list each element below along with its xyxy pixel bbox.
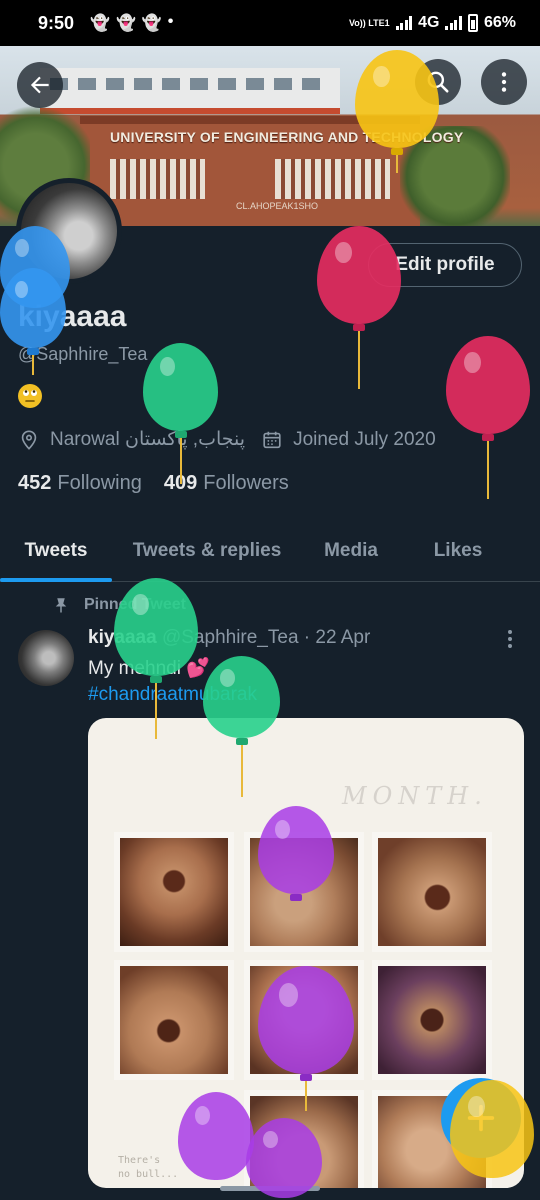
status-time: 9:50 xyxy=(38,12,75,33)
tab-likes[interactable]: Likes xyxy=(418,520,498,582)
network-type: 4G xyxy=(418,14,440,31)
tweet-more-button[interactable] xyxy=(500,628,520,650)
following-link[interactable]: 452 Following xyxy=(18,472,142,495)
balloon-decoration xyxy=(258,966,354,1111)
more-dot xyxy=(508,637,512,641)
back-button[interactable] xyxy=(17,62,63,108)
dot-icon: • xyxy=(167,13,174,30)
snapchat-icon: 👻 xyxy=(141,15,162,32)
signal-icon xyxy=(395,16,413,30)
bio-emoji xyxy=(18,384,42,408)
balloon-decoration xyxy=(246,1118,322,1198)
volte-indicator: Vo)) LTE1 xyxy=(348,17,390,28)
notification-icons: 👻 👻 👻 • xyxy=(90,13,173,33)
tweet-avatar[interactable] xyxy=(18,630,74,686)
battery-icon xyxy=(467,14,478,32)
balloon-decoration xyxy=(203,656,280,797)
signal-icon-2 xyxy=(445,16,462,30)
balloon-decoration xyxy=(178,1092,254,1180)
balloon-decoration xyxy=(446,336,530,499)
joined-date: Joined July 2020 xyxy=(261,429,436,451)
balloon-decoration xyxy=(450,1080,534,1178)
media-title-text: MONTH. xyxy=(342,782,488,810)
mehndi-photo xyxy=(372,832,492,952)
joined-text: Joined July 2020 xyxy=(293,428,436,450)
pin-icon xyxy=(55,598,67,613)
banner-watermark: CL.AHOPEAK1SHO xyxy=(236,201,319,211)
snapchat-icon: 👻 xyxy=(90,15,110,32)
status-right: Vo)) LTE1 4G 66% xyxy=(349,14,516,32)
balloon-decoration xyxy=(0,268,66,375)
balloon-decoration xyxy=(258,806,334,901)
following-label: Following xyxy=(57,472,142,494)
mehndi-photo xyxy=(114,960,234,1080)
location-icon xyxy=(21,429,37,450)
status-bar: 9:50 👻 👻 👻 • Vo)) LTE1 4G 66% xyxy=(0,0,540,46)
mehndi-photo xyxy=(372,960,492,1080)
more-dot xyxy=(508,644,512,648)
media-note-text: There's no bull... xyxy=(118,1155,179,1180)
balloon-decoration xyxy=(143,343,218,484)
snapchat-icon: 👻 xyxy=(115,15,136,32)
balloon-decoration xyxy=(317,226,401,389)
tab-media[interactable]: Media xyxy=(306,520,396,582)
calendar-icon xyxy=(263,431,281,448)
profile-tabs: Tweets Tweets & replies Media Likes xyxy=(0,520,540,582)
tab-tweets-replies[interactable]: Tweets & replies xyxy=(122,520,292,582)
more-options-button[interactable] xyxy=(481,59,527,105)
balloon-decoration xyxy=(114,578,198,739)
more-vertical-icon xyxy=(501,72,507,92)
following-count: 452 xyxy=(18,472,52,494)
back-arrow-icon xyxy=(30,76,49,94)
eye-roll-emoji-icon xyxy=(19,385,41,407)
profile-meta: Narowal پنجاب, پاکستان Joined July 2020 xyxy=(18,428,436,451)
tab-tweets[interactable]: Tweets xyxy=(0,520,112,582)
more-dot xyxy=(508,630,512,634)
mehndi-photo xyxy=(114,832,234,952)
battery-percent: 66% xyxy=(483,14,516,31)
balloon-decoration xyxy=(355,50,439,173)
